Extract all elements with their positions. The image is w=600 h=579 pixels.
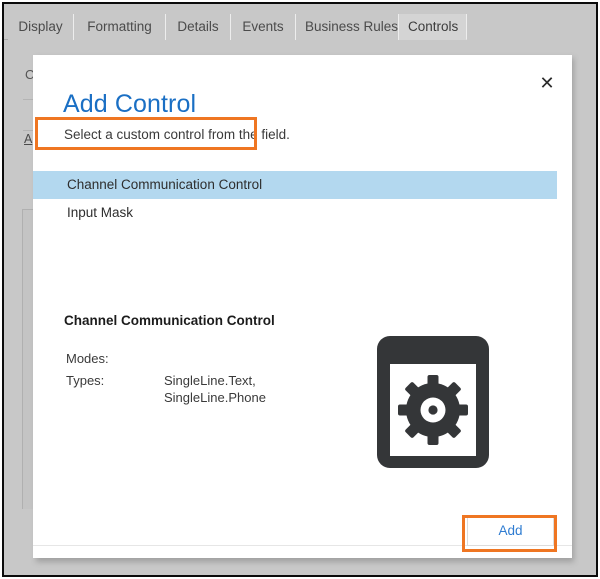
control-list: Channel Communication Control Input Mask (33, 171, 572, 227)
control-list-item-channel-communication-control[interactable]: Channel Communication Control (33, 171, 557, 199)
detail-key-types: Types: (66, 373, 105, 388)
tab-business-rules[interactable]: Business Rules (296, 14, 399, 40)
control-list-item-label: Input Mask (67, 205, 134, 220)
control-list-item-input-mask[interactable]: Input Mask (33, 199, 572, 227)
dialog-subtitle: Select a custom control from the field. (64, 127, 290, 142)
control-detail-table: Modes: Types: SingleLine.Text, SingleLin… (66, 350, 366, 411)
tab-display[interactable]: Display (8, 14, 74, 40)
window-gear-icon (373, 332, 493, 477)
dialog-title: Add Control (63, 90, 197, 118)
detail-value-types: SingleLine.Text, SingleLine.Phone (164, 373, 266, 405)
detail-row-modes: Modes: (66, 350, 366, 367)
detail-row-types: Types: SingleLine.Text, SingleLine.Phone (66, 372, 366, 406)
screenshot-root: Display Formatting Details Events Busine… (0, 0, 600, 579)
control-list-item-label: Channel Communication Control (67, 177, 263, 192)
close-icon[interactable]: ✕ (534, 71, 560, 97)
tab-strip: Display Formatting Details Events Busine… (4, 14, 596, 40)
tab-details[interactable]: Details (166, 14, 231, 40)
control-detail-heading: Channel Communication Control (64, 313, 275, 328)
tab-strip-filler (467, 14, 596, 40)
window-frame: Display Formatting Details Events Busine… (2, 2, 598, 577)
tab-formatting[interactable]: Formatting (74, 14, 166, 40)
add-button[interactable]: Add (467, 516, 554, 546)
tab-controls[interactable]: Controls (399, 14, 467, 40)
detail-key-modes: Modes: (66, 351, 109, 366)
add-control-dialog: ✕ Add Control Select a custom control fr… (33, 55, 572, 558)
tab-events[interactable]: Events (231, 14, 296, 40)
